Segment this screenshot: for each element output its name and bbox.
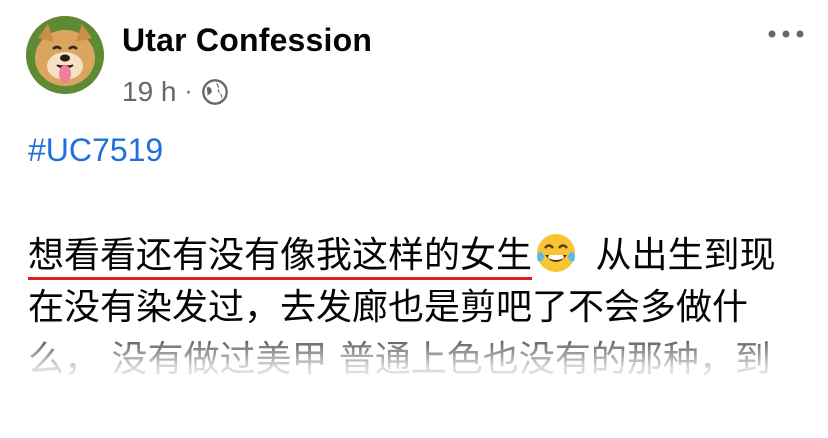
page-name[interactable]: Utar Confession [122,22,372,59]
post-body: 想看看还有没有像我这样的女生 从出生到现在没有染发过，去发廊也是剪吧了不会多做什… [28,230,803,386]
post-timestamp[interactable]: 19 h [122,76,177,108]
more-options-button[interactable] [766,22,806,46]
more-icon [768,30,804,38]
meta-separator: · [184,78,193,105]
post-text-underlined: 想看看还有没有像我这样的女生 [28,235,533,280]
globe-icon [201,79,228,105]
page-avatar[interactable] [26,16,104,94]
post-meta: 19 h · [122,74,229,110]
post-hashtag-link[interactable]: #UC7519 [28,132,163,169]
face-with-tears-of-joy-icon [537,234,576,272]
post-header: Utar Confession 19 h · [0,0,828,120]
